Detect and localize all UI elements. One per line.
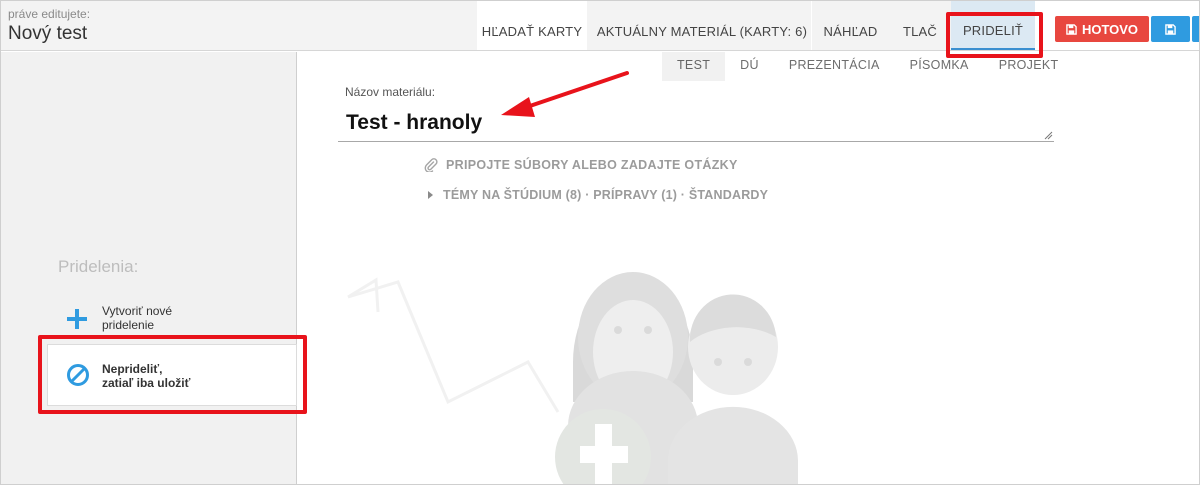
- editing-label: práve editujete:: [8, 7, 91, 21]
- type-tab-written-test[interactable]: PÍSOMKA: [895, 52, 984, 81]
- attach-files-text: PRIPOJTE SÚBORY ALEBO ZADAJTE OTÁZKY: [446, 158, 738, 172]
- tab-current-material[interactable]: AKTUÁLNY MATERIÁL (KARTY: 6): [593, 1, 811, 50]
- tab-search-cards[interactable]: HĽADAŤ KARTY: [477, 1, 587, 50]
- type-tab-presentation[interactable]: PREZENTÁCIA: [774, 52, 895, 81]
- no-entry-icon: [67, 364, 89, 386]
- topics-text: TÉMY NA ŠTÚDIUM (8) · PRÍPRAVY (1) · ŠTA…: [443, 188, 769, 202]
- save-button[interactable]: [1151, 16, 1190, 42]
- top-bar: práve editujete: Nový test HĽADAŤ KARTY …: [1, 1, 1199, 51]
- tab-assign[interactable]: PRIDELIŤ: [951, 1, 1035, 50]
- dont-assign-line1: Neprideliť,: [102, 362, 163, 376]
- floppy-disk-icon: [1165, 23, 1176, 35]
- create-assignment-line1: Vytvoriť nové: [102, 304, 173, 318]
- attach-files-link[interactable]: PRIPOJTE SÚBORY ALEBO ZADAJTE OTÁZKY: [424, 156, 738, 174]
- type-tab-homework[interactable]: DÚ: [725, 52, 774, 81]
- assignments-sidebar: Pridelenia: Vytvoriť nové pridelenie Nep…: [1, 52, 297, 484]
- more-button[interactable]: [1192, 16, 1199, 42]
- assignments-heading: Pridelenia:: [58, 257, 139, 276]
- document-title: Nový test: [8, 23, 88, 44]
- material-name-input[interactable]: [338, 104, 1054, 142]
- done-button-label: HOTOVO: [1081, 21, 1139, 37]
- material-name-label: Názov materiálu:: [345, 85, 436, 99]
- dont-assign-line2: zatiaľ iba uložiť: [102, 376, 191, 390]
- tab-preview[interactable]: NÁHĽAD: [812, 1, 889, 50]
- create-assignment-item[interactable]: Vytvoriť nové pridelenie: [47, 295, 297, 350]
- create-assignment-line2: pridelenie: [102, 318, 155, 332]
- main-content: TEST DÚ PREZENTÁCIA PÍSOMKA PROJEKT Názo…: [298, 52, 1199, 484]
- assignment-illustration: [347, 272, 798, 484]
- dont-assign-item[interactable]: Neprideliť, zatiaľ iba uložiť: [47, 344, 297, 406]
- paperclip-icon: [424, 158, 438, 172]
- done-button[interactable]: HOTOVO: [1055, 16, 1149, 42]
- plus-icon: [67, 309, 87, 329]
- dont-assign-label: Neprideliť, zatiaľ iba uložiť: [102, 362, 190, 390]
- tab-print[interactable]: TLAČ: [889, 1, 951, 50]
- topics-toggle[interactable]: TÉMY NA ŠTÚDIUM (8) · PRÍPRAVY (1) · ŠTA…: [428, 186, 768, 204]
- floppy-disk-icon: [1066, 23, 1077, 35]
- app-window: práve editujete: Nový test HĽADAŤ KARTY …: [0, 0, 1200, 485]
- type-tab-test[interactable]: TEST: [662, 52, 726, 81]
- type-tab-project[interactable]: PROJEKT: [984, 52, 1074, 81]
- caret-right-icon: [428, 191, 433, 199]
- material-type-tabs: TEST DÚ PREZENTÁCIA PÍSOMKA PROJEKT: [662, 52, 1073, 81]
- create-assignment-label: Vytvoriť nové pridelenie: [102, 304, 172, 332]
- resize-grip-icon[interactable]: [1044, 131, 1053, 140]
